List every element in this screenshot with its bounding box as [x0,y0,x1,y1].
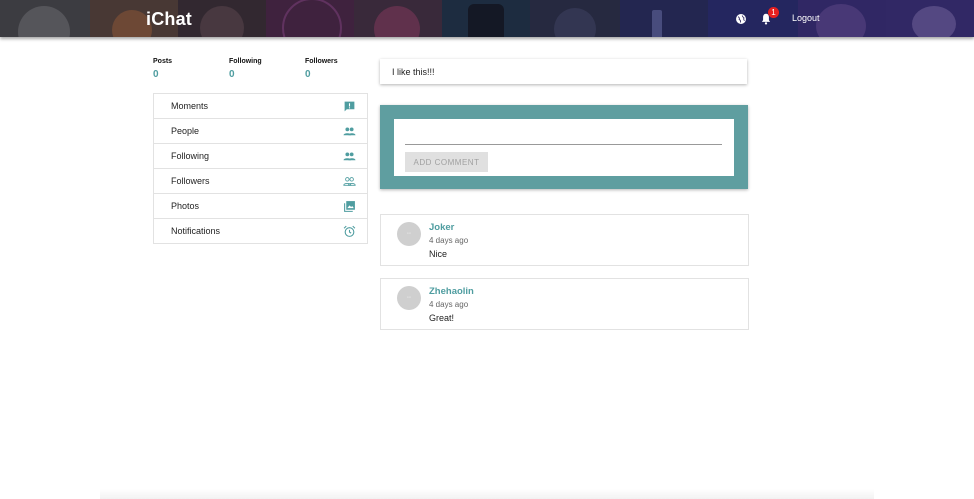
menu-item-followers[interactable]: Followers [154,169,367,194]
avatar[interactable]: ◦◦ [397,222,421,246]
stat-label: Following [229,58,262,65]
comment-timestamp: 4 days ago [429,300,469,309]
menu-item-label: People [171,126,200,136]
menu-item-photos[interactable]: Photos [154,194,367,219]
menu-item-notifications[interactable]: Notifications [154,219,367,243]
menu-item-people[interactable]: People [154,119,367,144]
notification-badge: 1 [768,7,779,18]
avatar-placeholder-icon: ◦◦ [406,231,412,237]
announcement-icon [344,101,355,112]
footer-shadow [100,489,874,499]
comment-timestamp: 4 days ago [429,236,469,245]
menu-item-label: Following [171,151,210,161]
comment-item: ◦◦ Joker 4 days ago Nice [380,214,749,266]
stat-value: 0 [153,69,159,80]
stat-label: Followers [305,58,338,65]
people-outline-icon [343,177,356,186]
app-brand[interactable]: iChat [146,9,192,30]
avatar[interactable]: ◦◦ [397,286,421,310]
stat-value: 0 [229,69,235,80]
menu-item-label: Photos [171,201,200,211]
stat-value: 0 [305,69,311,80]
stat-posts[interactable]: Posts 0 [153,58,172,80]
comment-text: Great! [429,313,455,323]
post-text: I like this!!! [392,67,435,77]
post-card: I like this!!! [380,59,747,84]
comment-author[interactable]: Zhehaolin [429,286,474,297]
globe-icon[interactable] [734,12,748,26]
stat-label: Posts [153,58,173,65]
logout-link[interactable]: Logout [792,13,820,23]
comment-text: Nice [429,249,448,259]
comment-author[interactable]: Joker [429,222,454,233]
add-comment-button[interactable]: ADD COMMENT [405,152,488,172]
comment-input[interactable] [405,127,722,145]
menu-item-label: Moments [171,101,209,111]
menu-item-following[interactable]: Following [154,144,367,169]
people-icon [343,152,356,161]
comment-form: ADD COMMENT [380,105,748,189]
side-menu: Moments People Following Followers Photo… [153,93,368,244]
comment-item: ◦◦ Zhehaolin 4 days ago Great! [380,278,749,330]
avatar-placeholder-icon: ◦◦ [406,295,412,301]
menu-item-label: Notifications [171,226,221,236]
photo-library-icon [344,201,355,212]
stat-followers[interactable]: Followers 0 [305,58,338,80]
menu-item-moments[interactable]: Moments [154,94,367,119]
comment-form-inner: ADD COMMENT [394,119,734,176]
people-icon [343,127,356,136]
app-header: iChat 1 Logout [0,0,974,37]
menu-item-label: Followers [171,176,210,186]
alarm-icon [343,225,356,237]
stat-following[interactable]: Following 0 [229,58,262,80]
